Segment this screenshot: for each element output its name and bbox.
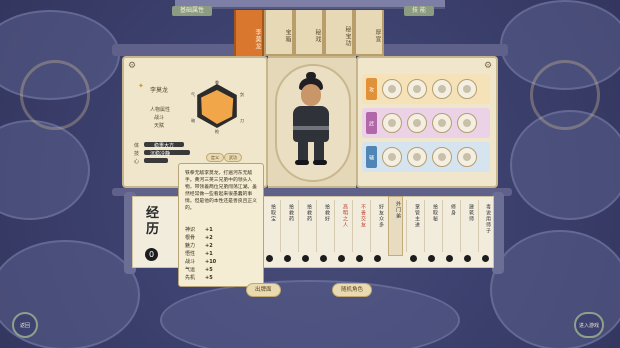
experience-title: 经历 bbox=[146, 206, 160, 237]
skill-icon[interactable] bbox=[407, 79, 427, 99]
skill-icon[interactable] bbox=[382, 147, 402, 167]
tooltip-stat: 根骨 +2 bbox=[185, 235, 213, 241]
character-body bbox=[293, 106, 329, 142]
panel-title: 基础属性 bbox=[172, 6, 213, 16]
character-head bbox=[301, 84, 321, 106]
skill-row-martial: 武 bbox=[362, 108, 490, 138]
experience-item[interactable]: 拾取宝 bbox=[262, 200, 277, 252]
gear-icon: ⚙ bbox=[128, 61, 137, 71]
tab-skill[interactable]: 秘宝功 bbox=[324, 10, 354, 56]
row-tag: 攻 bbox=[366, 78, 377, 100]
cost-coin-icon bbox=[464, 255, 471, 262]
experience-item[interactable]: 掌管主进 bbox=[406, 200, 421, 252]
experience-item[interactable]: 拾救药 bbox=[298, 200, 313, 252]
tab-chest[interactable]: 宝箱 bbox=[264, 10, 294, 56]
skill-icon[interactable] bbox=[407, 147, 427, 167]
trait-value: 沉稳冷静 bbox=[150, 151, 171, 157]
skill-icon[interactable] bbox=[382, 79, 402, 99]
cost-coin-icon bbox=[374, 255, 381, 262]
hex-label: 气 bbox=[191, 92, 195, 97]
tooltip-stat: 悟性 +1 bbox=[185, 251, 213, 257]
define-button[interactable]: 定义 bbox=[206, 153, 224, 162]
skill-row-support: 辅 bbox=[362, 142, 490, 172]
hex-label: 拳 bbox=[215, 80, 219, 85]
panel-title: 技 能 bbox=[404, 6, 434, 16]
attribute-label: 人物属性 bbox=[150, 107, 171, 113]
hex-label: 暗 bbox=[191, 118, 195, 123]
experience-item[interactable]: 毒说用师子 bbox=[478, 200, 492, 252]
row-tag: 武 bbox=[366, 112, 377, 134]
tooltip-stat: 先机 +5 bbox=[185, 275, 213, 281]
tooltip-stat: 魅力 +2 bbox=[185, 243, 213, 249]
hex-label: 刀 bbox=[240, 118, 244, 123]
enter-game-button[interactable]: 进入游戏 bbox=[574, 312, 604, 338]
ornament-decoration bbox=[530, 60, 600, 130]
experience-item-selected[interactable]: 外门弟 bbox=[388, 196, 403, 256]
cost-coin-icon bbox=[338, 255, 345, 262]
character-shoe bbox=[313, 160, 327, 165]
cost-coin-icon bbox=[320, 255, 327, 262]
tab-character[interactable]: 李莫龙 bbox=[234, 10, 264, 62]
cost-coin-icon bbox=[446, 255, 453, 262]
character-name: 李莫龙 bbox=[150, 87, 169, 94]
character-shoe bbox=[295, 160, 309, 165]
experience-item[interactable]: 拾取秘 bbox=[424, 200, 439, 252]
row-label: 技 bbox=[134, 151, 140, 157]
skill-icon[interactable] bbox=[457, 79, 477, 99]
skill-icon[interactable] bbox=[432, 79, 452, 99]
skill-row-attack: 攻 bbox=[362, 74, 490, 104]
cost-coin-icon bbox=[356, 255, 363, 262]
star-icon: ✦ bbox=[138, 82, 144, 90]
hex-label: 剑 bbox=[240, 92, 244, 97]
play-card-button[interactable]: 出牌面 bbox=[246, 283, 281, 297]
kungfu-button[interactable]: 武功 bbox=[224, 153, 242, 162]
cost-coin-icon bbox=[482, 255, 489, 262]
character-tooltip: 铁拳无敌李莫龙，打遍河东无敌手。黄河三英三兄弟中的领头人物，带领着两位兄弟闯荡江… bbox=[178, 163, 264, 287]
gear-icon: ⚙ bbox=[484, 61, 493, 71]
trait-value: 稳重大方 bbox=[154, 143, 175, 149]
scroll-top-beam bbox=[112, 188, 512, 196]
hex-label: 枪 bbox=[215, 129, 219, 134]
experience-item[interactable]: 拾救药 bbox=[280, 200, 295, 252]
experience-item[interactable]: 拾救好 bbox=[316, 200, 331, 252]
skill-icon[interactable] bbox=[382, 113, 402, 133]
skill-icon[interactable] bbox=[432, 113, 452, 133]
attribute-label: 战斗 bbox=[154, 115, 165, 121]
character-belt bbox=[293, 126, 329, 130]
experience-item[interactable]: 建筑师 bbox=[460, 200, 475, 252]
experience-count: 0 bbox=[145, 248, 158, 261]
skill-icon[interactable] bbox=[407, 113, 427, 133]
skill-icon[interactable] bbox=[457, 147, 477, 167]
experience-item[interactable]: 不善交友 bbox=[352, 200, 367, 252]
cost-coin-icon bbox=[302, 255, 309, 262]
row-label: 体 bbox=[134, 143, 140, 149]
tab-announce[interactable]: 厚宣 bbox=[354, 10, 384, 56]
row-tag: 辅 bbox=[366, 146, 377, 168]
tooltip-description: 铁拳无敌李莫龙，打遍河东无敌手。黄河三英三兄弟中的领头人物，带领着两位兄弟闯荡江… bbox=[185, 171, 257, 211]
row-label: 心 bbox=[134, 159, 140, 165]
random-character-button[interactable]: 随机角色 bbox=[332, 283, 373, 297]
character-leg bbox=[298, 142, 308, 162]
attribute-label: 天赋 bbox=[154, 123, 165, 129]
cost-coin-icon bbox=[284, 255, 291, 262]
cost-coin-icon bbox=[266, 255, 273, 262]
skill-icon[interactable] bbox=[432, 147, 452, 167]
tooltip-stat: 战斗 +10 bbox=[185, 259, 217, 265]
cost-coin-icon bbox=[428, 255, 435, 262]
character-leg bbox=[314, 142, 324, 162]
experience-item[interactable]: 修身 bbox=[442, 200, 457, 252]
ornament-decoration bbox=[20, 60, 90, 130]
cost-coin-icon bbox=[410, 255, 417, 262]
trait-bar bbox=[144, 158, 168, 163]
tooltip-stat: 神识 +1 bbox=[185, 227, 213, 233]
experience-item[interactable]: 好友众多 bbox=[370, 200, 385, 252]
tab-secret[interactable]: 秘戏 bbox=[294, 10, 324, 56]
skill-icon[interactable] bbox=[457, 113, 477, 133]
tooltip-stat: 气运 +5 bbox=[185, 267, 213, 273]
experience-item[interactable]: 高明之人 bbox=[334, 200, 349, 252]
back-button[interactable]: 返回 bbox=[12, 312, 38, 338]
